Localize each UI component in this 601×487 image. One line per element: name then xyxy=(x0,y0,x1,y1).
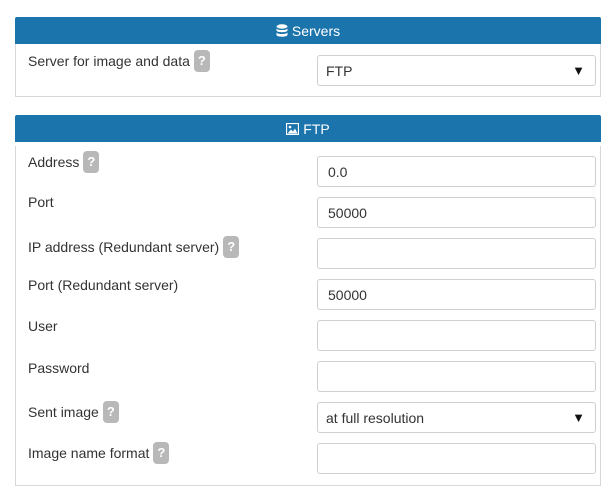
password-label-group: Password xyxy=(28,360,89,376)
ftp-panel-header: FTP xyxy=(15,115,601,142)
help-icon[interactable]: ? xyxy=(83,151,100,173)
help-icon[interactable]: ? xyxy=(223,236,240,258)
image-name-format-row: Image name format ? xyxy=(16,433,600,474)
user-label-group: User xyxy=(28,318,58,334)
server-row: Server for image and data ? FTP ▼ xyxy=(16,44,600,86)
sent-image-label-group: Sent image ? xyxy=(28,401,119,423)
ip-redundant-label: IP address (Redundant server) xyxy=(28,239,220,255)
password-row: Password xyxy=(16,351,600,392)
ftp-panel: FTP Address ? Port IP address (Redundant… xyxy=(15,115,601,486)
user-row: User xyxy=(16,310,600,351)
image-name-format-label: Image name format xyxy=(28,445,150,461)
sent-image-select-value: at full resolution xyxy=(326,409,425,426)
servers-panel-body: Server for image and data ? FTP ▼ xyxy=(15,44,601,97)
image-name-format-label-group: Image name format ? xyxy=(28,442,170,464)
port-row: Port xyxy=(16,187,600,228)
chevron-down-icon: ▼ xyxy=(572,63,585,78)
server-select-value: FTP xyxy=(326,62,353,79)
sent-image-label: Sent image xyxy=(28,404,99,420)
server-label: Server for image and data xyxy=(28,53,190,69)
user-input[interactable] xyxy=(317,320,596,351)
help-icon[interactable]: ? xyxy=(153,442,170,464)
servers-panel-header: Servers xyxy=(15,17,601,44)
ip-redundant-label-group: IP address (Redundant server) ? xyxy=(28,236,240,258)
sent-image-select[interactable]: at full resolution ▼ xyxy=(317,402,596,433)
sent-image-row: Sent image ? at full resolution ▼ xyxy=(16,392,600,433)
port-label: Port xyxy=(28,194,54,210)
ip-redundant-row: IP address (Redundant server) ? xyxy=(16,228,600,269)
port-redundant-label: Port (Redundant server) xyxy=(28,277,179,293)
ftp-panel-body: Address ? Port IP address (Redundant ser… xyxy=(15,146,601,486)
address-input[interactable] xyxy=(317,156,596,187)
user-label: User xyxy=(28,318,58,334)
port-redundant-row: Port (Redundant server) xyxy=(16,269,600,310)
servers-panel: Servers Server for image and data ? FTP … xyxy=(15,17,601,97)
address-row: Address ? xyxy=(16,146,600,187)
port-input[interactable] xyxy=(317,197,596,228)
image-name-format-input[interactable] xyxy=(317,443,596,474)
ftp-panel-title: FTP xyxy=(303,120,330,137)
ip-redundant-input[interactable] xyxy=(317,238,596,269)
port-label-group: Port xyxy=(28,194,54,210)
address-label: Address xyxy=(28,154,80,170)
servers-panel-title: Servers xyxy=(291,22,341,39)
password-input[interactable] xyxy=(317,361,596,392)
help-icon[interactable]: ? xyxy=(102,401,119,423)
server-select[interactable]: FTP ▼ xyxy=(317,55,596,86)
database-icon xyxy=(276,23,288,37)
image-icon xyxy=(286,122,300,135)
port-redundant-input[interactable] xyxy=(317,279,596,310)
address-label-group: Address ? xyxy=(28,151,100,173)
password-label: Password xyxy=(28,360,90,376)
help-icon[interactable]: ? xyxy=(193,50,210,72)
chevron-down-icon: ▼ xyxy=(572,410,585,425)
server-label-group: Server for image and data ? xyxy=(28,50,210,72)
port-redundant-label-group: Port (Redundant server) xyxy=(28,277,178,293)
